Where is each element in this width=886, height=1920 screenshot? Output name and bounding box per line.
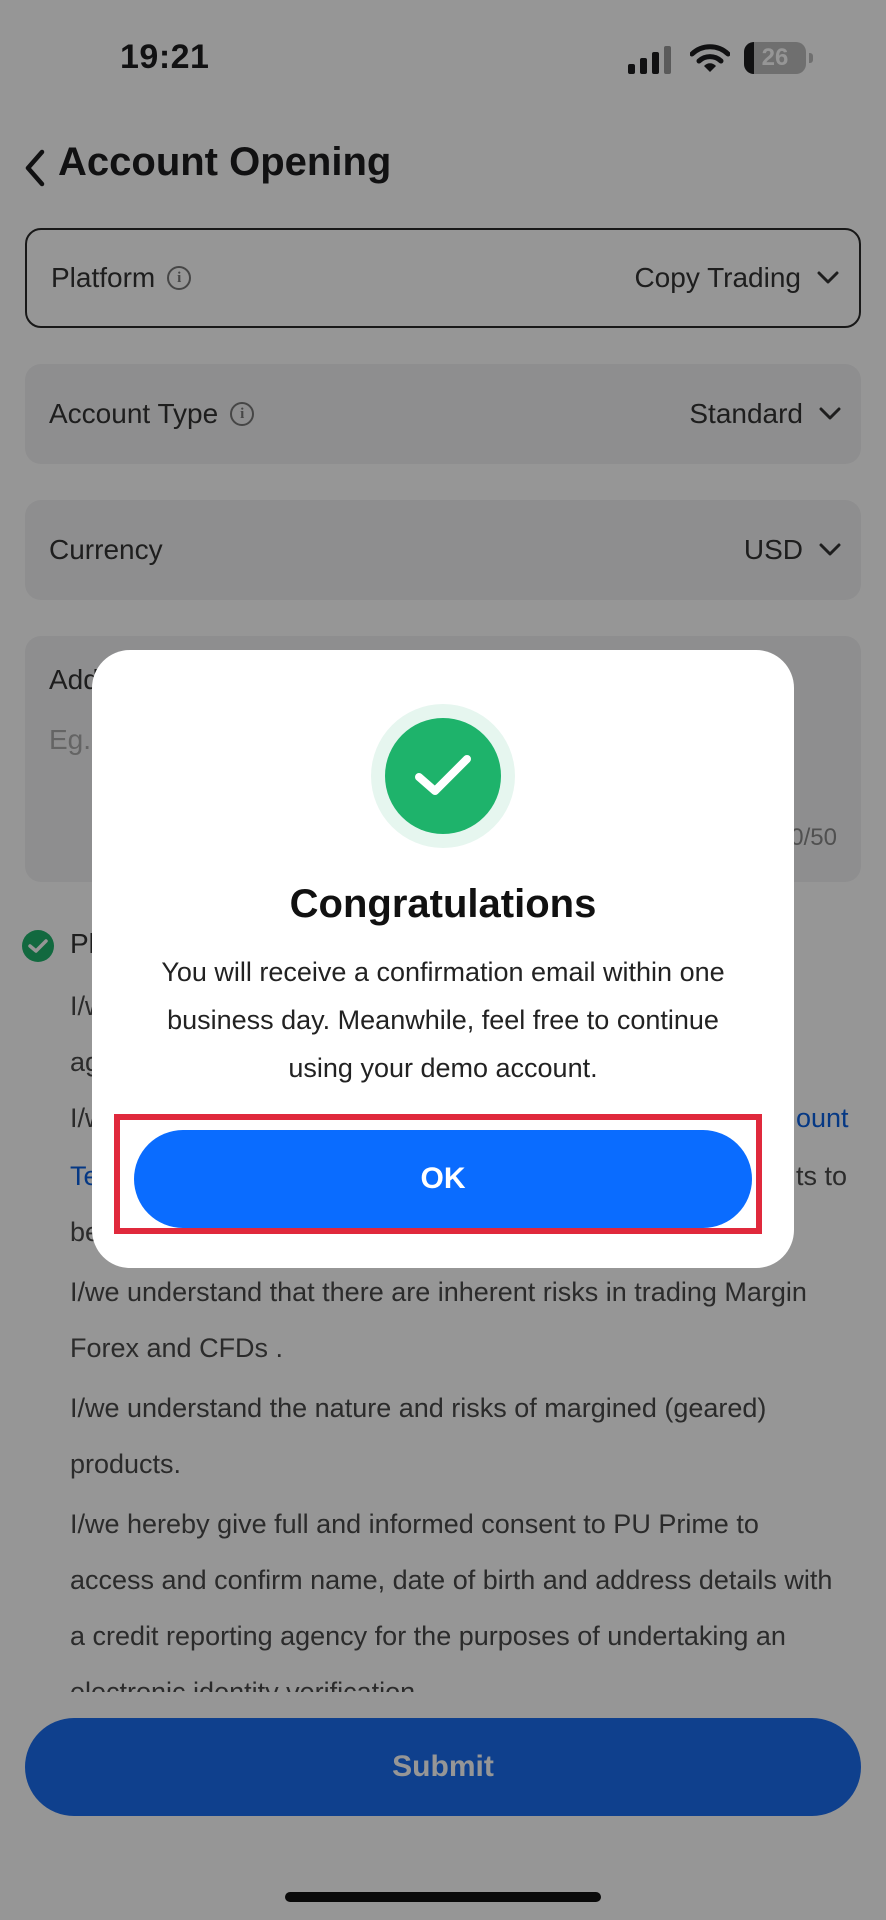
dialog-title: Congratulations (289, 882, 597, 926)
dialog-message: You will receive a confirmation email wi… (161, 957, 725, 1083)
congratulations-dialog: Congratulations You will receive a confi… (92, 650, 794, 1268)
success-check-icon (385, 718, 501, 834)
ok-button[interactable]: OK (134, 1130, 752, 1228)
